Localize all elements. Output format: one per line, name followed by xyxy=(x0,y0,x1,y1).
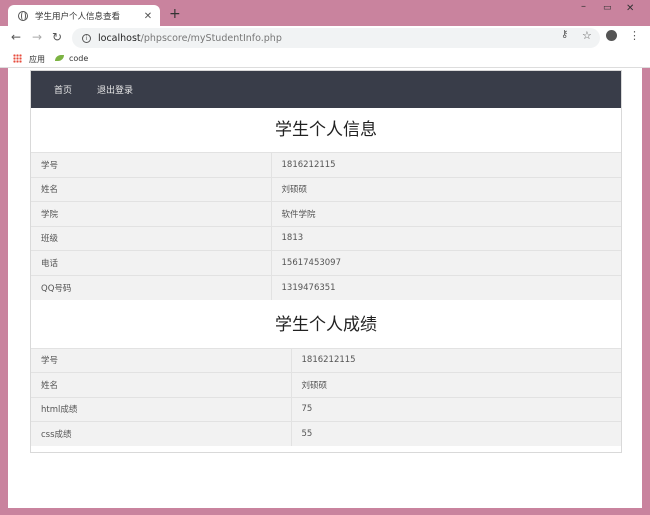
row-value: 软件学院 xyxy=(271,201,621,226)
row-value: 75 xyxy=(291,396,621,422)
row-label: 姓名 xyxy=(31,176,272,202)
row-label: 姓名 xyxy=(31,372,292,397)
nav-home-link[interactable]: 首页 xyxy=(54,83,72,96)
table-row: 学号 1816212115 xyxy=(31,152,621,177)
info-section-title: 学生个人信息 xyxy=(275,120,377,140)
star-icon[interactable]: ☆ xyxy=(582,29,592,42)
browser-titlebar: 学生用户个人信息查看 ✕ + – ▭ ✕ xyxy=(0,0,650,27)
menu-icon[interactable]: ⋮ xyxy=(629,29,640,42)
reload-icon[interactable]: ↻ xyxy=(52,30,62,44)
key-icon[interactable]: ⚷ xyxy=(561,29,568,40)
table-row: 姓名 刘硕硕 xyxy=(31,176,621,202)
student-grade-table: 学号 1816212115 姓名 刘硕硕 html成绩 75 css成绩 55 xyxy=(31,347,621,446)
row-value: 刘硕硕 xyxy=(291,372,621,397)
table-row: html成绩 75 xyxy=(31,396,621,422)
row-value: 1816212115 xyxy=(271,152,621,177)
student-info-table: 学号 1816212115 姓名 刘硕硕 学院 软件学院 班级 1813 电话 xyxy=(31,152,621,300)
table-row: 学院 软件学院 xyxy=(31,201,621,226)
row-label: 班级 xyxy=(31,225,272,251)
info-icon[interactable]: i xyxy=(82,33,91,43)
row-label: 电话 xyxy=(31,250,272,275)
globe-icon xyxy=(18,10,28,21)
browser-toolbar: ← → ↻ i localhost/phpscore/myStudentInfo… xyxy=(0,26,650,50)
row-value: 1816212115 xyxy=(291,347,621,373)
leaf-icon xyxy=(55,55,64,61)
table-row: css成绩 55 xyxy=(31,421,621,446)
maximize-icon[interactable]: ▭ xyxy=(603,3,612,13)
row-value: 15617453097 xyxy=(271,250,621,275)
account-icon[interactable] xyxy=(606,30,617,41)
table-row: 姓名 刘硕硕 xyxy=(31,372,621,397)
page-container: 首页 退出登录 学生个人信息 学号 1816212115 姓名 刘硕硕 学院 软… xyxy=(30,70,622,453)
forward-arrow-icon[interactable]: → xyxy=(32,30,42,44)
url-path: /phpscore/myStudentInfo.php xyxy=(140,32,282,44)
row-value: 刘硕硕 xyxy=(271,176,621,202)
close-icon[interactable]: ✕ xyxy=(142,11,154,22)
table-row: 学号 1816212115 xyxy=(31,347,621,373)
row-label: css成绩 xyxy=(31,421,292,446)
tab-title: 学生用户个人信息查看 xyxy=(35,12,121,22)
address-bar[interactable]: i localhost/phpscore/myStudentInfo.php xyxy=(72,28,600,48)
row-label: 学号 xyxy=(31,347,292,373)
apps-grid-icon[interactable] xyxy=(13,54,22,63)
table-row: 班级 1813 xyxy=(31,225,621,251)
top-navbar: 首页 退出登录 xyxy=(31,71,621,108)
nav-logout-link[interactable]: 退出登录 xyxy=(97,83,133,96)
url-host: localhost xyxy=(98,32,141,44)
browser-tab[interactable]: 学生用户个人信息查看 ✕ xyxy=(8,5,160,27)
row-label: 学号 xyxy=(31,152,272,177)
table-row: 电话 15617453097 xyxy=(31,250,621,275)
bookmarks-bar: 应用 code xyxy=(0,50,650,68)
row-label: html成绩 xyxy=(31,396,292,422)
plus-icon[interactable]: + xyxy=(169,6,181,22)
row-value: 1319476351 xyxy=(271,274,621,300)
bookmark-apps[interactable]: 应用 xyxy=(29,54,45,65)
page-viewport: 首页 退出登录 学生个人信息 学号 1816212115 姓名 刘硕硕 学院 软… xyxy=(8,68,642,508)
table-row: QQ号码 1319476351 xyxy=(31,274,621,300)
row-label: QQ号码 xyxy=(31,274,272,300)
row-label: 学院 xyxy=(31,201,272,226)
bookmark-code[interactable]: code xyxy=(69,54,88,63)
row-value: 1813 xyxy=(271,225,621,251)
row-value: 55 xyxy=(291,421,621,446)
back-arrow-icon[interactable]: ← xyxy=(11,30,21,44)
grade-section-title: 学生个人成绩 xyxy=(275,314,377,335)
window-close-icon[interactable]: ✕ xyxy=(626,3,634,14)
minimize-icon[interactable]: – xyxy=(581,1,586,12)
